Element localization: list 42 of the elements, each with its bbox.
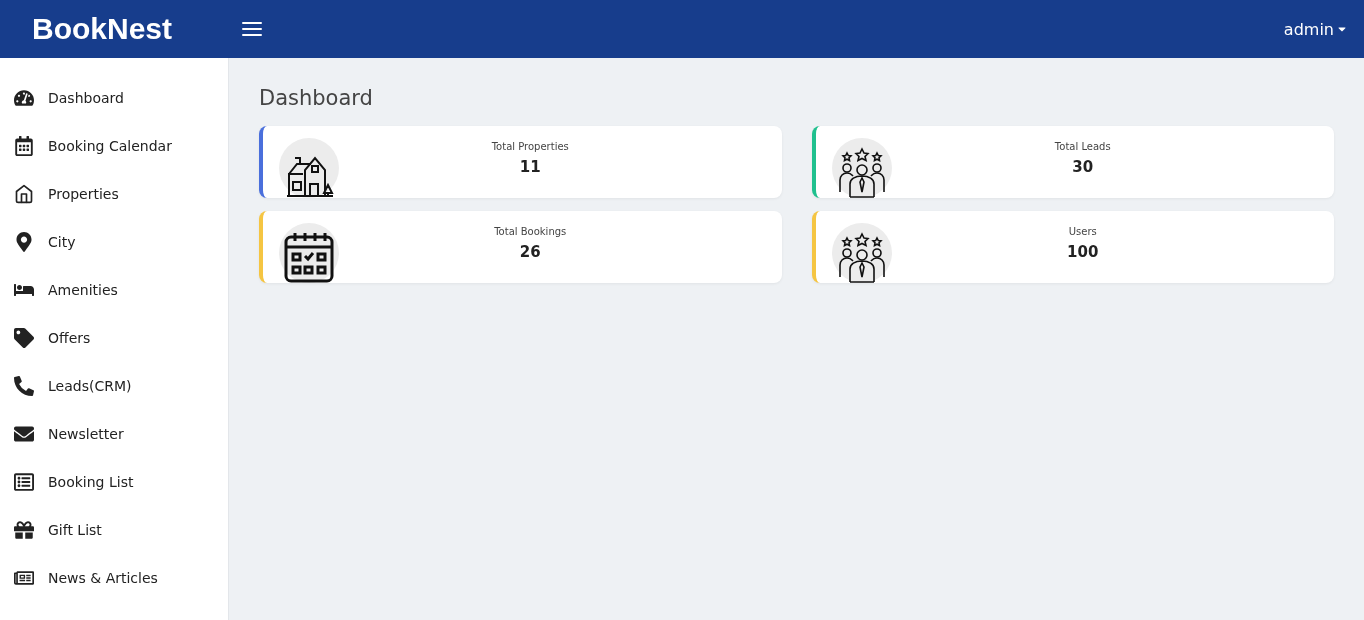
stat-value: 26: [519, 243, 541, 261]
envelope-icon: [12, 424, 36, 444]
sidebar-item[interactable]: Gift List: [0, 506, 228, 554]
stat-label: Users: [1068, 226, 1097, 237]
sidebar-item[interactable]: Properties: [0, 170, 228, 218]
sidebar-item[interactable]: Offers: [0, 314, 228, 362]
sidebar-item[interactable]: Newsletter: [0, 410, 228, 458]
stat-value: 11: [519, 158, 541, 176]
sidebar-item-label: Amenities: [48, 282, 118, 298]
stat-value: 100: [1067, 243, 1099, 261]
stat-label: Total Bookings: [494, 226, 567, 237]
gauge-icon: [12, 88, 36, 108]
newspaper-icon: [12, 568, 36, 588]
sidebar-item[interactable]: Booking Calendar: [0, 122, 228, 170]
sidebar-item[interactable]: Leads(CRM): [0, 362, 228, 410]
sidebar-item[interactable]: City: [0, 218, 228, 266]
sidebar-item-label: Booking Calendar: [48, 138, 172, 154]
sidebar-item-label: Booking List: [48, 474, 134, 490]
user-menu[interactable]: admin: [1283, 19, 1348, 39]
sidebar-item[interactable]: Amenities: [0, 266, 228, 314]
sidebar-item-label: Properties: [48, 186, 119, 202]
sidebar-item-label: News & Articles: [48, 570, 158, 586]
sidebar-item-label: City: [48, 234, 76, 250]
page-title: Dashboard: [259, 86, 374, 110]
sidebar-item-label: Newsletter: [48, 426, 124, 442]
tag-icon: [12, 328, 36, 348]
sidebar-item-label: Dashboard: [48, 90, 124, 106]
sidebar-item[interactable]: Booking List: [0, 458, 228, 506]
sidebar-item-label: Offers: [48, 330, 91, 346]
stat-label: Total Leads: [1054, 141, 1111, 152]
gift-icon: [12, 520, 36, 540]
sidebar-item-label: Gift List: [48, 522, 102, 538]
stat-label: Total Properties: [491, 141, 569, 152]
logo: BookNest: [32, 12, 174, 46]
list-icon: [12, 472, 36, 492]
phone-icon: [12, 376, 36, 396]
stat-value: 30: [1072, 158, 1094, 176]
sidebar-item[interactable]: News & Articles: [0, 554, 228, 602]
calendar-icon: [12, 136, 36, 156]
sidebar-item-label: Leads(CRM): [48, 378, 132, 394]
calendar-icon: [283, 231, 335, 283]
sidebar-item[interactable]: Dashboard: [0, 74, 228, 122]
